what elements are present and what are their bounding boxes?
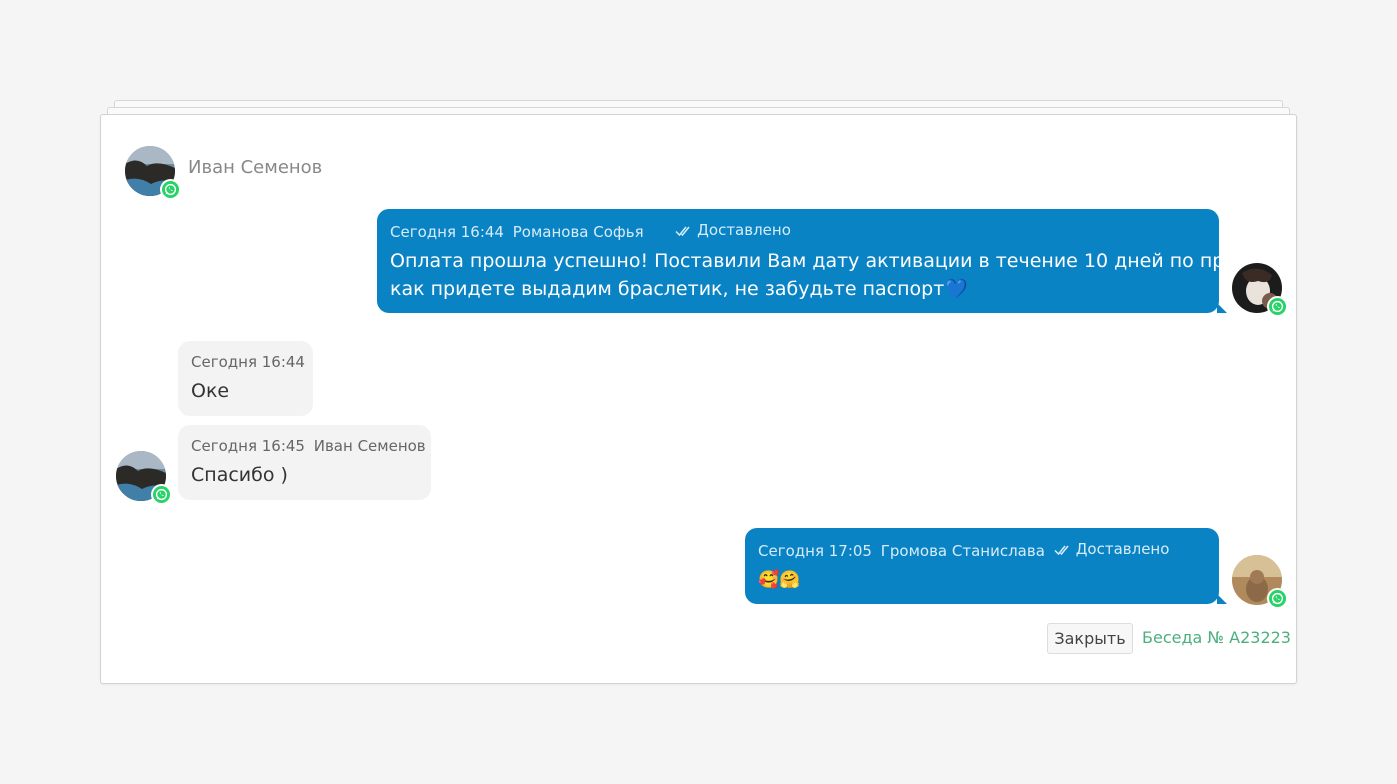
contact-name: Иван Семенов (188, 157, 323, 178)
message-time: Сегодня 17:05 (758, 541, 872, 560)
agent-avatar[interactable] (1232, 555, 1288, 609)
whatsapp-icon (1267, 296, 1288, 317)
message-meta: Сегодня 16:44 (191, 353, 305, 372)
message-time: Сегодня 16:44 (191, 353, 305, 371)
contact-avatar[interactable] (125, 146, 181, 200)
double-check-icon (1054, 545, 1069, 555)
agent-avatar[interactable] (1232, 263, 1288, 317)
message-text: 🥰🤗 (758, 569, 801, 590)
message-text: Оке (191, 380, 230, 402)
conversation-card: Иван Семенов Сегодня 16:44 Романова Софь… (100, 114, 1297, 684)
message-bubble-incoming: Сегодня 16:45 Иван Семенов Спасибо ) (178, 425, 431, 500)
whatsapp-icon (151, 484, 172, 505)
message-meta: Сегодня 16:45 Иван Семенов (191, 437, 426, 456)
message-text: Оплата прошла успешно! Поставили Вам дат… (390, 249, 1290, 300)
message-text: Спасибо ) (191, 464, 288, 486)
message-time: Сегодня 16:45 (191, 437, 305, 455)
message-bubble-outgoing: Сегодня 17:05 Громова Станислава Доставл… (745, 528, 1227, 604)
message-bubble-incoming: Сегодня 16:44 Оке (178, 341, 313, 416)
message-status: Доставлено (675, 221, 795, 240)
whatsapp-icon (1267, 588, 1288, 609)
message-bubble-outgoing: Сегодня 16:44 Романова Софья Доставлено … (377, 209, 1290, 313)
message-meta: Сегодня 16:44 Романова Софья Доставлено (390, 221, 1206, 242)
close-button[interactable]: Закрыть (1047, 623, 1133, 654)
whatsapp-icon (160, 179, 181, 200)
message-author: Громова Станислава (880, 541, 1045, 560)
bubble-tail (1217, 303, 1227, 313)
bubble-tail (1217, 594, 1227, 604)
message-meta: Сегодня 17:05 Громова Станислава Доставл… (758, 540, 1206, 561)
message-status: Доставлено (1054, 540, 1174, 559)
message-author: Романова Софья (512, 222, 644, 241)
message-author: Иван Семенов (313, 437, 426, 455)
conversation-number-link[interactable]: Беседа № А23223 (1142, 628, 1291, 647)
double-check-icon (675, 226, 690, 236)
message-time: Сегодня 16:44 (390, 222, 504, 241)
contact-avatar[interactable] (116, 451, 172, 505)
